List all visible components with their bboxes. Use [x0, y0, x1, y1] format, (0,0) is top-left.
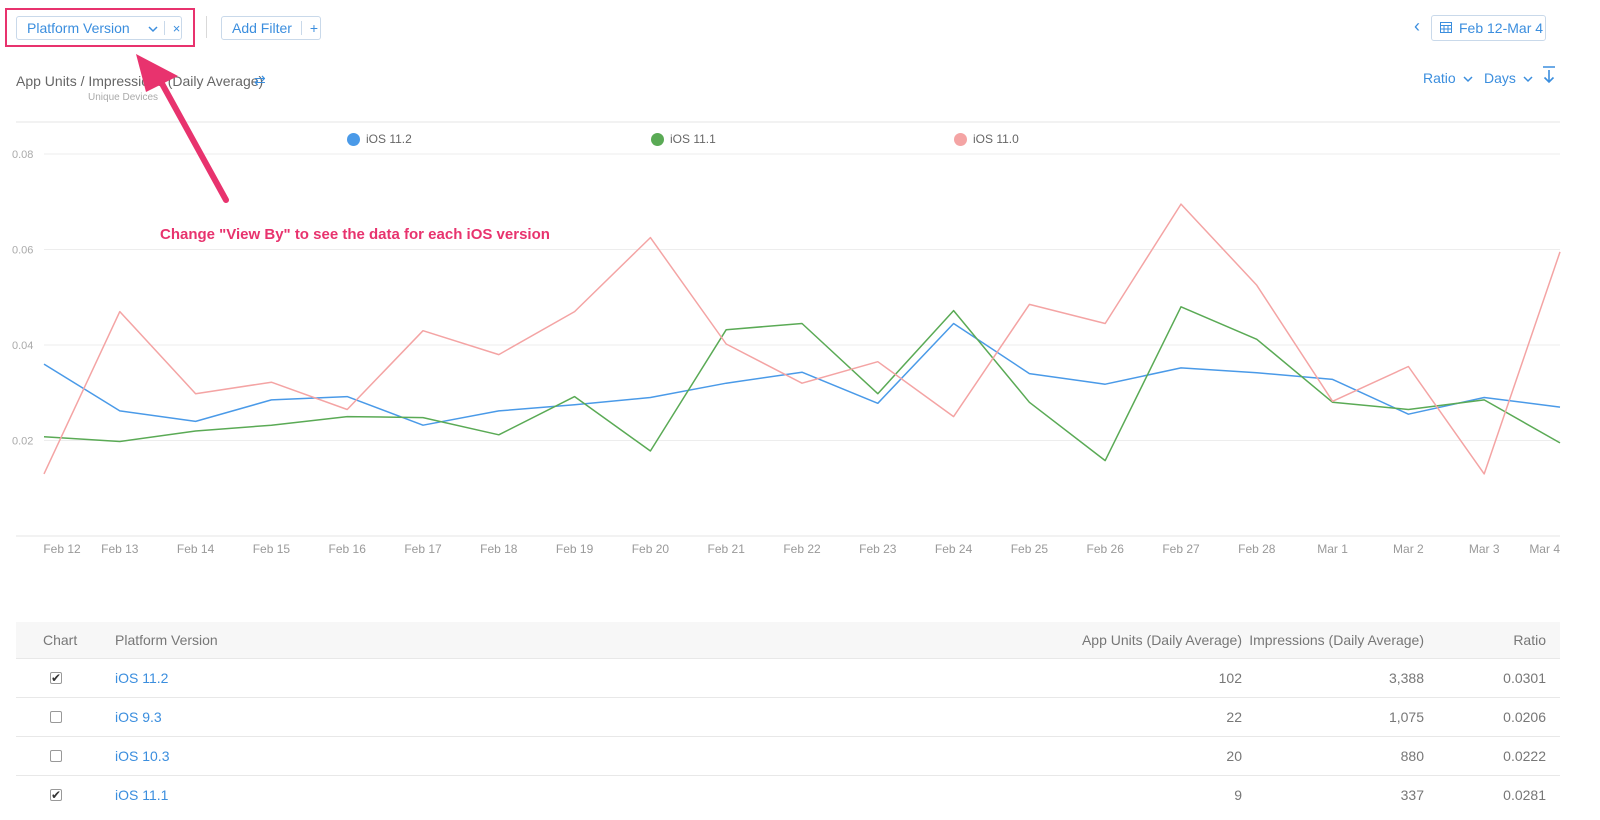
- y-tick-label: 0.02: [12, 436, 33, 448]
- ratio-value: 0.0222: [1503, 748, 1546, 764]
- annotation-text: Change "View By" to see the data for eac…: [160, 226, 550, 243]
- app-units-value: 9: [1234, 787, 1242, 803]
- x-tick-label: Feb 26: [1087, 542, 1125, 556]
- x-tick-label: Feb 12: [43, 542, 81, 556]
- impressions-value: 880: [1400, 748, 1424, 764]
- series-line: [43, 322, 1561, 426]
- chart-checkbox[interactable]: [50, 750, 62, 762]
- impressions-value: 337: [1400, 787, 1424, 803]
- data-table: Chart Platform Version App Units (Daily …: [16, 622, 1560, 814]
- table-row: iOS 9.3 22 1,075 0.0206: [16, 697, 1560, 736]
- impressions-value: 1,075: [1388, 709, 1424, 725]
- chart-checkbox[interactable]: ✔: [50, 789, 62, 801]
- x-tick-label: Feb 21: [708, 542, 746, 556]
- app-units-value: 20: [1226, 748, 1242, 764]
- app-units-value: 102: [1218, 670, 1242, 686]
- header-impressions[interactable]: Impressions (Daily Average): [1249, 632, 1424, 648]
- x-tick-label: Feb 19: [556, 542, 594, 556]
- chart-checkbox[interactable]: ✔: [50, 672, 62, 684]
- chart-checkbox[interactable]: [50, 711, 62, 723]
- x-tick-label: Mar 2: [1393, 542, 1424, 556]
- x-tick-label: Feb 18: [480, 542, 518, 556]
- ratio-value: 0.0301: [1503, 670, 1546, 686]
- table-header: Chart Platform Version App Units (Daily …: [16, 622, 1560, 658]
- x-tick-label: Feb 17: [404, 542, 442, 556]
- table-row: ✔ iOS 11.1 9 337 0.0281: [16, 775, 1560, 814]
- x-tick-label: Feb 15: [253, 542, 291, 556]
- table-row: iOS 10.3 20 880 0.0222: [16, 736, 1560, 775]
- ratio-value: 0.0281: [1503, 787, 1546, 803]
- x-tick-label: Mar 4: [1529, 542, 1560, 556]
- x-tick-label: Feb 28: [1238, 542, 1276, 556]
- header-app-units[interactable]: App Units (Daily Average): [1082, 632, 1242, 648]
- y-tick-label: 0.08: [12, 149, 33, 161]
- x-tick-label: Feb 16: [329, 542, 367, 556]
- platform-link[interactable]: iOS 11.1: [115, 787, 168, 803]
- x-tick-label: Feb 27: [1162, 542, 1200, 556]
- header-ratio[interactable]: Ratio: [1513, 632, 1546, 648]
- y-tick-label: 0.06: [12, 245, 33, 257]
- header-chart[interactable]: Chart: [43, 632, 77, 648]
- app-units-value: 22: [1226, 709, 1242, 725]
- x-tick-label: Feb 13: [101, 542, 139, 556]
- impressions-value: 3,388: [1388, 670, 1424, 686]
- x-tick-label: Feb 24: [935, 542, 973, 556]
- x-tick-label: Mar 3: [1469, 542, 1500, 556]
- x-tick-label: Feb 23: [859, 542, 897, 556]
- x-tick-label: Mar 1: [1317, 542, 1348, 556]
- platform-link[interactable]: iOS 10.3: [115, 748, 169, 764]
- x-tick-label: Feb 20: [632, 542, 670, 556]
- ratio-value: 0.0206: [1503, 709, 1546, 725]
- table-row: ✔ iOS 11.2 102 3,388 0.0301: [16, 658, 1560, 697]
- x-tick-label: Feb 25: [1011, 542, 1049, 556]
- platform-link[interactable]: iOS 9.3: [115, 709, 162, 725]
- x-tick-label: Feb 22: [783, 542, 821, 556]
- platform-link[interactable]: iOS 11.2: [115, 670, 168, 686]
- header-platform-version[interactable]: Platform Version: [115, 632, 218, 648]
- x-tick-label: Feb 14: [177, 542, 215, 556]
- y-tick-label: 0.04: [12, 340, 33, 352]
